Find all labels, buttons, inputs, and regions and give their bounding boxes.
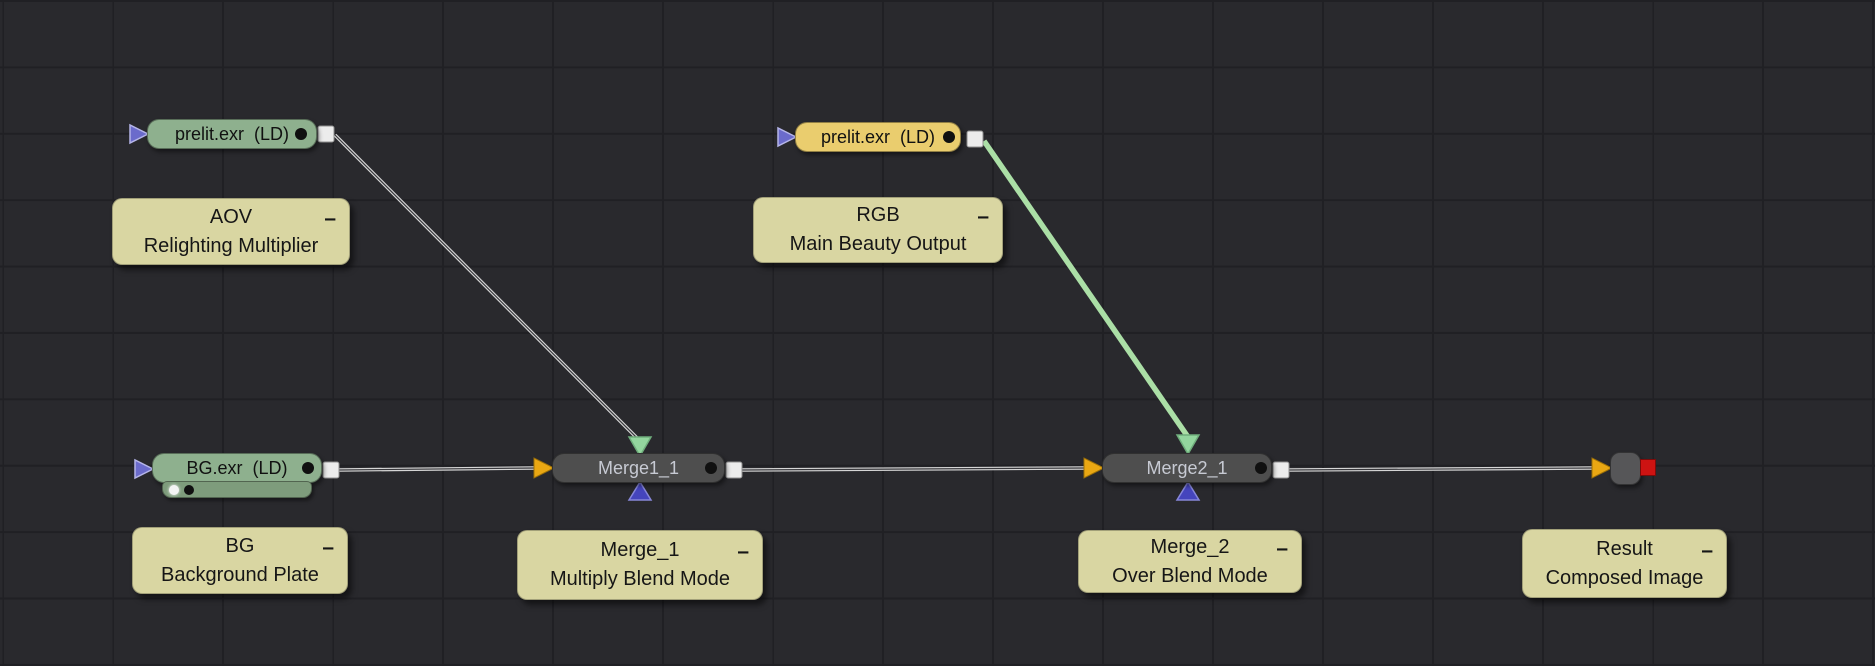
wire-aov-to-merge1-core bbox=[335, 135, 640, 441]
input-arrow-result-icon[interactable] bbox=[1592, 458, 1612, 478]
output-connector-reader-rgb[interactable] bbox=[967, 131, 983, 147]
note-body: Main Beauty Output bbox=[754, 230, 1002, 259]
note-merge2[interactable]: Merge_2 – Over Blend Mode bbox=[1078, 530, 1302, 593]
note-title: AOV bbox=[210, 206, 252, 228]
node-read-bg-subbar[interactable] bbox=[162, 481, 312, 498]
output-connector-merge1[interactable] bbox=[726, 462, 742, 478]
node-indicator-dot bbox=[1255, 462, 1267, 474]
node-merge1[interactable]: Merge1_1 bbox=[552, 453, 725, 483]
note-title: Merge_2 bbox=[1151, 536, 1230, 558]
note-body: Over Blend Mode bbox=[1079, 562, 1301, 591]
output-connector-reader-aov[interactable] bbox=[318, 126, 334, 142]
minimize-icon[interactable]: – bbox=[1701, 536, 1713, 565]
node-read-bg[interactable]: BG.exr (LD) bbox=[152, 453, 322, 483]
node-read-prelit-rgb-label: prelit.exr (LD) bbox=[821, 127, 935, 148]
note-title: BG bbox=[226, 535, 255, 557]
node-indicator-dot bbox=[705, 462, 717, 474]
node-merge1-label: Merge1_1 bbox=[598, 458, 679, 479]
input-arrow-reader-rgb-icon[interactable] bbox=[778, 128, 796, 146]
node-read-prelit-aov[interactable]: prelit.exr (LD) bbox=[147, 119, 317, 149]
input-arrow-merge2-a-icon[interactable] bbox=[1084, 458, 1104, 478]
input-arrow-merge1-a-icon[interactable] bbox=[534, 458, 554, 478]
preview-dot-on-icon[interactable] bbox=[169, 485, 179, 495]
note-result[interactable]: Result – Composed Image bbox=[1522, 529, 1727, 598]
output-connector-merge2[interactable] bbox=[1273, 462, 1289, 478]
note-body: Relighting Multiplier bbox=[113, 232, 349, 261]
node-indicator-dot bbox=[943, 131, 955, 143]
node-read-prelit-rgb[interactable]: prelit.exr (LD) bbox=[795, 122, 961, 152]
note-merge1[interactable]: Merge_1 – Multiply Blend Mode bbox=[517, 530, 763, 600]
preview-dot-off-icon[interactable] bbox=[184, 485, 194, 495]
minimize-icon[interactable]: – bbox=[737, 537, 749, 566]
node-indicator-dot bbox=[302, 462, 314, 474]
input-arrow-reader-aov-icon[interactable] bbox=[130, 125, 148, 143]
note-aov[interactable]: AOV – Relighting Multiplier bbox=[112, 198, 350, 265]
mask-arrow-merge1-icon[interactable] bbox=[629, 482, 651, 500]
input-arrow-reader-bg-icon[interactable] bbox=[135, 460, 153, 478]
note-title: RGB bbox=[856, 204, 899, 226]
note-body: Composed Image bbox=[1523, 564, 1726, 593]
note-body: Multiply Blend Mode bbox=[518, 565, 762, 594]
node-merge2-label: Merge2_1 bbox=[1146, 458, 1227, 479]
note-title: Result bbox=[1596, 538, 1653, 560]
node-graph[interactable]: prelit.exr (LD) prelit.exr (LD) BG.exr (… bbox=[0, 0, 1875, 666]
input-arrow-merge2-b-icon[interactable] bbox=[1177, 435, 1199, 454]
note-bg[interactable]: BG – Background Plate bbox=[132, 527, 348, 594]
result-indicator-square[interactable] bbox=[1640, 459, 1656, 476]
output-connector-reader-bg[interactable] bbox=[323, 462, 339, 478]
node-merge2[interactable]: Merge2_1 bbox=[1102, 453, 1272, 483]
note-rgb[interactable]: RGB – Main Beauty Output bbox=[753, 197, 1003, 263]
minimize-icon[interactable]: – bbox=[1276, 534, 1288, 563]
mask-arrow-merge2-icon[interactable] bbox=[1177, 482, 1199, 500]
minimize-icon[interactable]: – bbox=[977, 202, 989, 231]
minimize-icon[interactable]: – bbox=[324, 204, 336, 233]
node-indicator-dot bbox=[295, 128, 307, 140]
note-body: Background Plate bbox=[133, 561, 347, 590]
node-read-bg-label: BG.exr (LD) bbox=[186, 458, 287, 479]
node-output-result[interactable] bbox=[1610, 452, 1641, 485]
note-title: Merge_1 bbox=[601, 539, 680, 561]
node-read-prelit-aov-label: prelit.exr (LD) bbox=[175, 124, 289, 145]
wire-rgb-to-merge2[interactable] bbox=[984, 141, 1188, 437]
minimize-icon[interactable]: – bbox=[322, 533, 334, 562]
